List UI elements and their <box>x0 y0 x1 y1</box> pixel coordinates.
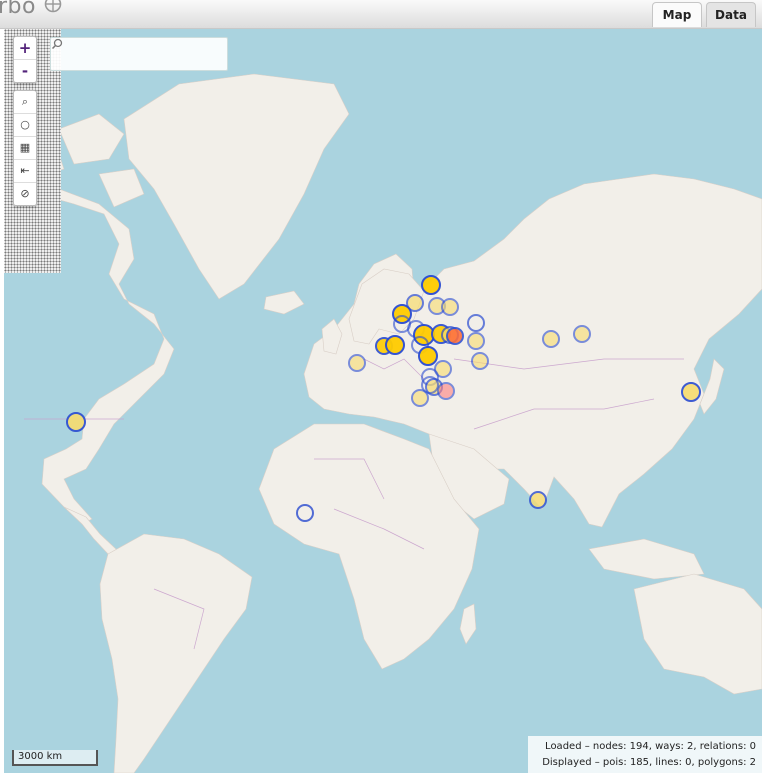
search-icon[interactable] <box>51 38 63 50</box>
poi-marker <box>471 352 489 370</box>
map-view[interactable]: + - ⌕ ○ ▦ ⇤ ⊘ 3000 km Loaded – nodes: 19… <box>4 29 762 773</box>
image-icon[interactable]: ▦ <box>14 137 36 160</box>
poi-marker <box>467 332 485 350</box>
poi-marker <box>437 382 455 400</box>
poi-marker <box>66 412 86 432</box>
loaded-text: – nodes: 194, ways: 2, relations: 0 <box>581 741 756 752</box>
poi-marker <box>573 325 591 343</box>
poi-marker <box>446 327 464 345</box>
search-box <box>50 37 228 71</box>
poi-marker <box>385 335 405 355</box>
top-bar: rbo Map Data <box>0 0 762 29</box>
poi-marker <box>413 324 435 346</box>
poi-marker <box>542 330 560 348</box>
search-icon[interactable]: ⌕ <box>14 91 36 114</box>
zoom-in-button[interactable]: + <box>14 37 36 60</box>
globe-icon <box>44 0 62 13</box>
loaded-label: Loaded <box>545 741 582 752</box>
search-input[interactable] <box>55 38 209 68</box>
poi-marker <box>348 354 366 372</box>
tab-data[interactable]: Data <box>706 2 756 27</box>
poi-marker <box>418 346 438 366</box>
stats-panel: Loaded – nodes: 194, ways: 2, relations:… <box>528 736 762 773</box>
loaded-stats: Loaded – nodes: 194, ways: 2, relations:… <box>528 739 756 755</box>
poi-marker <box>441 298 459 316</box>
displayed-stats: Displayed – pois: 185, lines: 0, polygon… <box>528 755 756 771</box>
map-tools: ⌕ ○ ▦ ⇤ ⊘ <box>13 90 37 206</box>
poi-marker <box>421 275 441 295</box>
scale-bar: 3000 km <box>12 750 98 766</box>
tab-map[interactable]: Map <box>652 2 702 27</box>
app-title: rbo <box>0 0 36 19</box>
clear-icon[interactable]: ⊘ <box>14 183 36 205</box>
export-icon[interactable]: ⇤ <box>14 160 36 183</box>
displayed-label: Displayed <box>542 757 592 768</box>
poi-marker <box>296 504 314 522</box>
zoom-out-button[interactable]: - <box>14 60 36 82</box>
map-canvas <box>4 29 762 773</box>
poi-marker <box>529 491 547 509</box>
circle-icon[interactable]: ○ <box>14 114 36 137</box>
poi-marker <box>681 382 701 402</box>
displayed-text: – pois: 185, lines: 0, polygons: 2 <box>591 757 756 768</box>
zoom-control: + - <box>13 36 37 83</box>
